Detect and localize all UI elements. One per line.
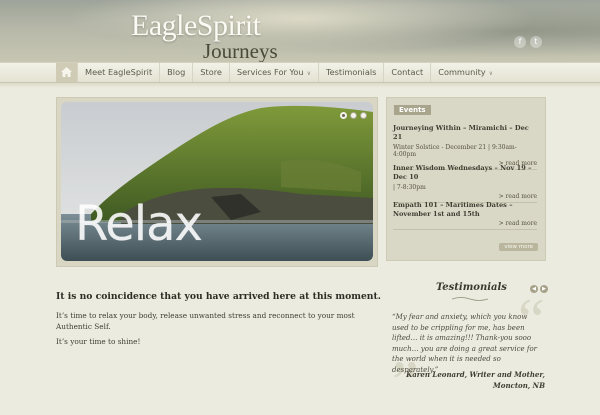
main-nav: Meet EagleSpirit Blog Store Services For… xyxy=(0,62,600,83)
testimonial-author: Karen Leonard, Writer and Mother, Moncto… xyxy=(392,369,545,391)
intro-paragraph: It’s time to relax your body, release un… xyxy=(56,311,355,331)
testimonial-quote: “My fear and anxiety, which you know use… xyxy=(392,313,538,374)
logo-line2: Journeys xyxy=(203,39,278,63)
intro-paragraph: It’s your time to shine! xyxy=(56,337,141,346)
chevron-down-icon: ∨ xyxy=(488,70,494,77)
event-title[interactable]: Journeying Within – Miramichi – Dec 21 xyxy=(393,124,537,141)
slider-pagination xyxy=(340,112,367,119)
event-title[interactable]: Inner Wisdom Wednesdays – Nov 19 – Dec 1… xyxy=(393,164,537,181)
testimonials-title: Testimonials xyxy=(436,282,507,293)
nav-shadow xyxy=(0,83,600,88)
chevron-down-icon: ∨ xyxy=(306,70,311,77)
ornament-divider xyxy=(452,297,488,301)
nav-item-contact[interactable]: Contact xyxy=(383,63,430,82)
author-location: Moncton, NB xyxy=(493,381,545,390)
read-more-link[interactable]: > read more xyxy=(393,220,537,227)
nav-home-button[interactable] xyxy=(56,63,77,82)
site-header: EagleSpirit Journeys f t xyxy=(0,0,600,63)
slider-dot-2[interactable] xyxy=(350,112,357,119)
event-title[interactable]: Empath 101 – Maritimes Dates – November … xyxy=(393,201,537,218)
intro-headline: It is no coincidence that you have arriv… xyxy=(56,291,381,302)
nav-item-blog[interactable]: Blog xyxy=(159,63,192,82)
slider-dot-3[interactable] xyxy=(360,112,367,119)
nav-item-store[interactable]: Store xyxy=(192,63,229,82)
logo-line1: EagleSpirit xyxy=(131,9,261,42)
event-date: Winter Solstice - December 21 | 9:30am-4… xyxy=(393,144,517,158)
image-slider[interactable]: Relax xyxy=(56,97,378,267)
event-item: Empath 101 – Maritimes Dates – November … xyxy=(393,201,537,230)
nav-item-meet-eaglespirit[interactable]: Meet EagleSpirit xyxy=(77,63,159,82)
twitter-icon[interactable]: t xyxy=(530,36,542,48)
author-name: Karen Leonard, Writer and Mother, xyxy=(406,370,545,379)
slider-dot-1[interactable] xyxy=(340,112,347,119)
events-heading: Events xyxy=(394,105,431,115)
view-more-button[interactable]: view more xyxy=(499,243,538,251)
slide-caption: Relax xyxy=(75,196,203,252)
facebook-icon[interactable]: f xyxy=(514,36,526,48)
nav-item-services-for-you[interactable]: Services For You ∨ xyxy=(228,63,318,82)
read-more-link[interactable]: > read more xyxy=(393,193,537,200)
nav-item-community[interactable]: Community ∨ xyxy=(430,63,500,82)
event-date: | 7-8:30pm xyxy=(393,184,426,191)
slide-image: Relax xyxy=(61,102,373,261)
event-item: Inner Wisdom Wednesdays – Nov 19 – Dec 1… xyxy=(393,164,537,203)
home-icon xyxy=(61,67,72,77)
site-logo[interactable]: EagleSpirit Journeys xyxy=(131,9,281,63)
events-panel: Events Journeying Within – Miramichi – D… xyxy=(386,97,546,261)
nav-item-testimonials[interactable]: Testimonials xyxy=(317,63,383,82)
